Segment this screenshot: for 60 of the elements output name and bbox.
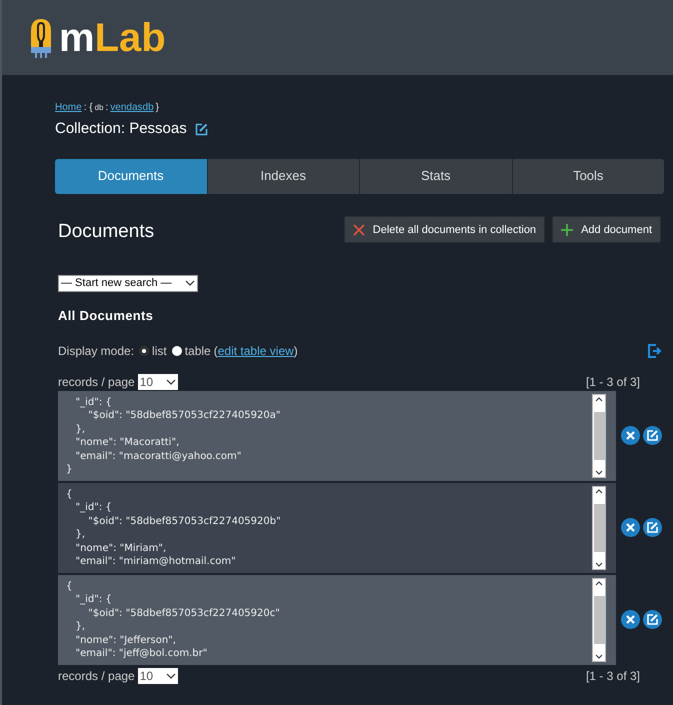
scroll-up-icon[interactable] <box>595 580 603 586</box>
record-range: [1 - 3 of 3] <box>586 668 640 684</box>
scroll-down-icon[interactable] <box>595 470 603 474</box>
records-per-page-label: records / page <box>58 668 135 684</box>
edit-document-icon[interactable] <box>643 610 662 629</box>
scroll-up-icon[interactable] <box>595 488 603 494</box>
export-icon[interactable] <box>648 344 662 358</box>
radio-button[interactable] <box>172 346 182 356</box>
radio-label[interactable]: table <box>184 342 211 360</box>
all-documents-title: All Documents <box>58 307 154 325</box>
tab[interactable]: Documents <box>55 158 206 194</box>
collection-title: Collection: Pessoas <box>55 119 187 139</box>
radio-button[interactable] <box>139 346 150 356</box>
document-json: { "_id": { "$oid": "58dbef857053cf227405920b" }, "nome": "Miriam", "email": "miriam@hotmail.com" <box>65 488 282 570</box>
records-per-page-label: records / page <box>58 374 135 390</box>
edit-document-icon[interactable] <box>643 426 662 445</box>
database-link[interactable]: vendasdb <box>110 100 154 115</box>
document-json: { "_id": { "$oid": "58dbef857053cf227405920c" }, "nome": "Jefferson", "email": "jeff@bol.com.br" <box>65 580 281 662</box>
section-title: Documents <box>58 220 156 244</box>
close-icon <box>352 224 365 236</box>
logo-text: mLab <box>59 18 166 58</box>
edit-document-icon[interactable] <box>643 518 662 537</box>
scroll-down-icon[interactable] <box>595 654 603 658</box>
document-box[interactable]: { "_id": { "$oid": "58dbef857053cf227405920b" }, "nome": "Miriam", "email": "miriam@hotmail.com" <box>58 482 616 572</box>
search-select[interactable]: — Start new search — <box>58 274 198 292</box>
record-range: [1 - 3 of 3] <box>586 374 640 390</box>
chevron-down-icon <box>166 378 176 384</box>
radio-label[interactable]: list <box>152 342 167 360</box>
add-document-button[interactable]: Add document <box>552 216 661 244</box>
display-mode-label: Display mode: <box>58 342 134 360</box>
records-per-page-select[interactable]: 10 <box>138 374 178 390</box>
edit-table-view-link[interactable]: edit table view <box>218 342 294 360</box>
delete-all-button[interactable]: Delete all documents in collection <box>344 216 546 244</box>
plus-icon <box>561 224 574 236</box>
delete-document-icon[interactable] <box>621 518 640 537</box>
home-link[interactable]: Home <box>55 100 82 115</box>
logo-icon <box>29 16 53 58</box>
scrollbar[interactable] <box>592 394 606 478</box>
paren-text: ( <box>214 342 218 360</box>
scroll-up-icon[interactable] <box>595 396 603 402</box>
edit-icon[interactable] <box>194 122 208 136</box>
chevron-down-icon <box>185 280 195 286</box>
breadcrumb-text: db <box>94 102 104 114</box>
tab[interactable]: Indexes <box>206 158 359 194</box>
document-box[interactable]: { "_id": { "$oid": "58dbef857053cf227405920c" }, "nome": "Jefferson", "email": "jeff@bol.com.br" <box>58 574 616 664</box>
breadcrumb-text: : <box>106 101 108 115</box>
scrollbar[interactable] <box>592 578 606 662</box>
tab[interactable]: Tools <box>512 158 664 194</box>
document-json: "_id": { "$oid": "58dbef857053cf227405920a" }, "nome": "Macoratti", "email": "macoratti@yahoo.com" } <box>65 396 282 478</box>
document-box[interactable]: "_id": { "$oid": "58dbef857053cf227405920a" }, "nome": "Macoratti", "email": "macoratti@yahoo.com" } <box>58 390 616 480</box>
delete-document-icon[interactable] <box>621 610 640 629</box>
records-per-page-select[interactable]: 10 <box>138 668 178 684</box>
chevron-down-icon <box>166 672 176 678</box>
breadcrumb-text: } <box>156 101 159 115</box>
delete-document-icon[interactable] <box>621 426 640 445</box>
paren-text: ) <box>294 342 298 360</box>
breadcrumb-text: : { <box>84 101 93 115</box>
scroll-down-icon[interactable] <box>595 562 603 566</box>
tab[interactable]: Stats <box>359 158 512 194</box>
scrollbar[interactable] <box>592 486 606 570</box>
